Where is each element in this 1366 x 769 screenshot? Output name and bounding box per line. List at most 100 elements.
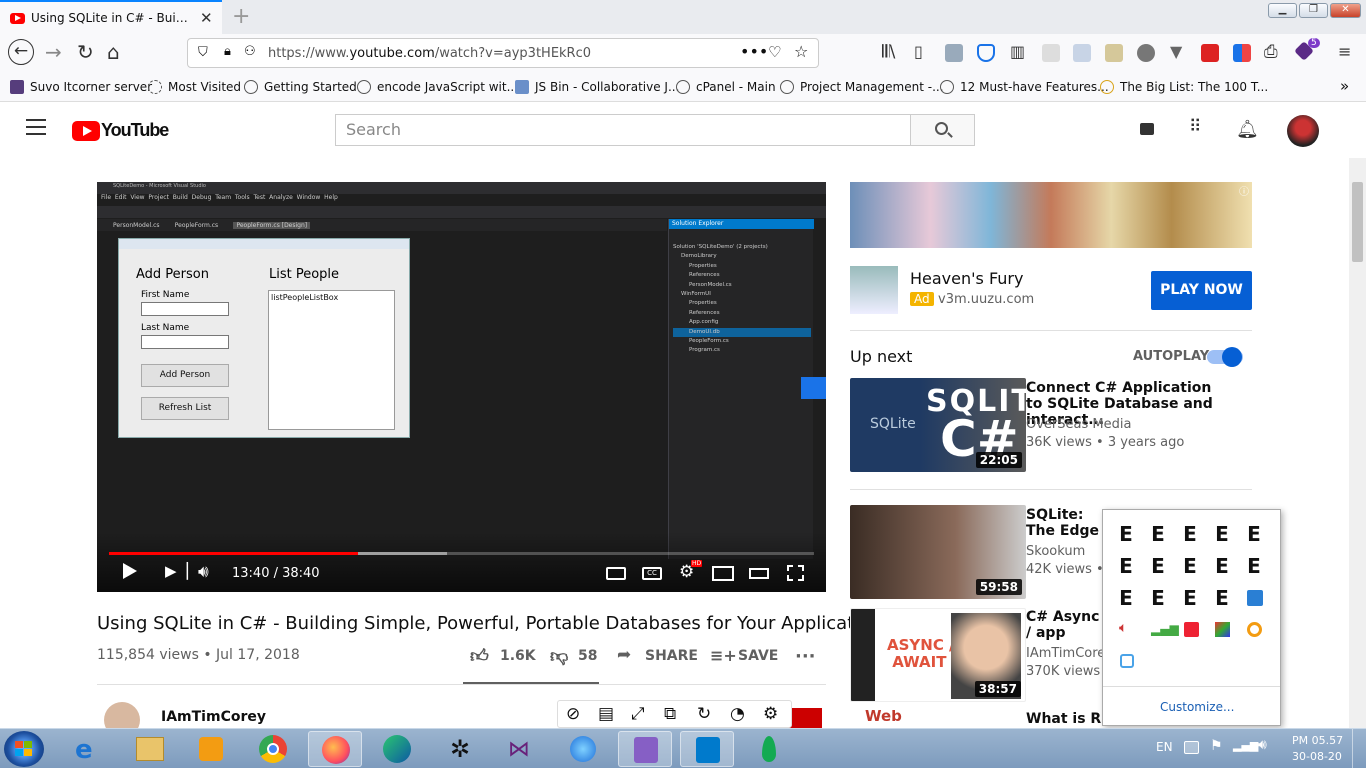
taskbar-firefox[interactable] <box>308 731 362 767</box>
share-icon[interactable]: ➦ <box>617 645 631 665</box>
taskbar-chrome[interactable] <box>246 731 300 767</box>
video-thumbnail[interactable]: ASYNC / AWAIT 38:57 <box>850 608 1026 702</box>
bookmark-item[interactable]: Most Visited <box>148 80 241 94</box>
tray-app-icon[interactable]: E <box>1213 524 1231 544</box>
customize-link[interactable]: Customize... <box>1160 700 1234 714</box>
video-thumbnail[interactable]: Web <box>850 710 1026 728</box>
speedometer-icon[interactable]: ◔ <box>730 704 745 724</box>
apps-grid-icon[interactable]: ⠿ <box>1189 119 1201 136</box>
tray-app-icon[interactable] <box>1247 590 1263 606</box>
video-player[interactable]: SQLiteDemo - Microsoft Visual Studio Fil… <box>97 182 826 592</box>
taskbar-edge[interactable] <box>370 731 424 767</box>
lock-icon[interactable]: 🔒︎ <box>224 44 231 59</box>
taskbar-snipping[interactable]: ✲ <box>432 731 486 767</box>
translate-icon[interactable] <box>1233 44 1251 62</box>
card-icon[interactable] <box>801 377 826 399</box>
extension-icon[interactable] <box>1201 44 1219 62</box>
bookmark-item[interactable]: The Big List: The 100 T... <box>1100 80 1268 94</box>
signal-tray-icon[interactable]: ▂▄▆ <box>1151 622 1179 636</box>
channel-name[interactable]: IAmTimCorey <box>161 709 266 725</box>
avatar[interactable] <box>1287 115 1319 147</box>
tray-app-icon[interactable]: E <box>1181 524 1199 544</box>
clock-date[interactable]: 30-08-20 <box>1292 750 1342 763</box>
tray-app-icon[interactable]: E <box>1181 588 1199 608</box>
settings-extension-icon[interactable] <box>1137 44 1155 62</box>
copy-icon[interactable]: ⧉ <box>664 704 676 724</box>
taskbar-ie[interactable]: e <box>61 731 115 767</box>
tray-app-icon[interactable] <box>1184 622 1199 637</box>
taskbar-visual-studio-old[interactable]: ⋈ <box>494 731 548 767</box>
tray-app-icon[interactable] <box>1120 654 1134 668</box>
miniplayer-icon[interactable] <box>712 566 734 581</box>
refresh-icon[interactable]: ↻ <box>697 704 711 724</box>
bookmark-item[interactable]: 12 Must-have Features... <box>940 80 1109 94</box>
tab-active[interactable]: Using SQLite in C# - Building Si ✕ <box>0 0 222 34</box>
progress-bar[interactable] <box>109 552 814 555</box>
theater-mode-icon[interactable] <box>749 568 769 579</box>
tray-app-icon[interactable]: E <box>1149 556 1167 576</box>
bookmark-item[interactable]: JS Bin - Collaborative J... <box>515 80 679 94</box>
taskbar-explorer[interactable] <box>123 731 177 767</box>
video-thumbnail[interactable]: SQLITE C# SQLite 22:05 <box>850 378 1026 472</box>
tray-app-icon[interactable]: E <box>1213 588 1231 608</box>
like-count[interactable]: 1.6K <box>500 648 536 664</box>
shield-extension-icon[interactable] <box>977 44 995 62</box>
page-scrollbar[interactable] <box>1349 158 1366 728</box>
speaker-tray-icon[interactable]: 🔈︎ <box>1119 620 1127 636</box>
autoplay-toggle[interactable] <box>1207 347 1243 367</box>
permissions-icon[interactable]: ⚇ <box>244 44 256 59</box>
extension-icon[interactable] <box>1042 44 1060 62</box>
back-arrow-icon[interactable]: ← <box>8 39 34 65</box>
fullscreen-icon[interactable] <box>787 565 804 581</box>
flag-icon[interactable]: ⚑ <box>1210 738 1223 754</box>
dislike-count[interactable]: 58 <box>578 648 597 664</box>
play-icon[interactable] <box>123 563 137 579</box>
tray-app-icon[interactable]: E <box>1117 588 1135 608</box>
pocket-icon[interactable]: ♡ <box>768 43 781 61</box>
start-button[interactable] <box>4 731 44 767</box>
menu-icon[interactable]: ≡ <box>1338 42 1351 62</box>
reload-icon[interactable]: ↻ <box>77 42 94 62</box>
settings-icon[interactable]: ⚙ <box>763 704 778 724</box>
close-window-button[interactable]: ✕ <box>1330 3 1361 18</box>
next-icon[interactable]: ▶▕ <box>165 564 188 579</box>
video-title[interactable]: C# Async / app more re <box>1026 609 1102 641</box>
tray-app-icon[interactable]: E <box>1245 556 1263 576</box>
play-now-button[interactable]: PLAY NOW <box>1151 271 1252 310</box>
minimize-button[interactable]: ▁ <box>1268 3 1297 18</box>
print-icon[interactable]: ⎙ <box>1264 42 1278 62</box>
tray-app-icon[interactable]: E <box>1117 556 1135 576</box>
print-extension-icon[interactable] <box>1073 44 1091 62</box>
taskbar-visual-studio[interactable] <box>618 731 672 767</box>
extension-icon[interactable] <box>945 44 963 62</box>
bookmark-item[interactable]: Getting Started <box>244 80 357 94</box>
new-tab-icon[interactable]: + <box>232 4 250 29</box>
clock-time[interactable]: PM 05.57 <box>1292 734 1343 747</box>
tray-app-icon[interactable] <box>1215 622 1230 637</box>
shield-icon[interactable]: ⛉ <box>198 45 208 60</box>
ad-title[interactable]: Heaven's Fury <box>910 269 1023 288</box>
tray-app-icon[interactable]: E <box>1117 524 1135 544</box>
extension-icon[interactable]: ▼ <box>1170 42 1182 62</box>
save-button[interactable]: SAVE <box>738 648 778 664</box>
film-icon[interactable]: ▤ <box>598 704 614 724</box>
tray-app-icon[interactable]: E <box>1149 588 1167 608</box>
hamburger-menu-icon[interactable] <box>26 119 46 135</box>
search-button[interactable] <box>910 114 975 146</box>
subtitles-icon[interactable] <box>606 567 626 580</box>
dislike-icon[interactable]: 👎︎ <box>550 645 568 667</box>
language-indicator[interactable]: EN <box>1156 740 1173 754</box>
create-video-icon[interactable] <box>1140 123 1154 135</box>
taskbar-vscode[interactable] <box>680 731 734 767</box>
library-icon[interactable]: 𝄃𝄃\ <box>882 42 895 62</box>
bookmark-item[interactable]: cPanel - Main <box>676 80 776 94</box>
restore-button[interactable]: ❐ <box>1299 3 1328 18</box>
share-button[interactable]: SHARE <box>645 648 698 664</box>
captions-icon[interactable]: CC <box>642 567 662 580</box>
address-bar[interactable]: ⛉ 🔒︎ ⚇ https://www.youtube.com/watch?v=a… <box>187 38 819 68</box>
network-icon[interactable]: ▂▄▆ <box>1233 739 1258 752</box>
taskbar-mongodb[interactable] <box>742 731 796 767</box>
save-playlist-icon[interactable]: ≡+ <box>710 646 737 665</box>
like-icon[interactable]: 👍︎ <box>470 645 489 667</box>
forward-arrow-icon[interactable]: → <box>45 42 62 62</box>
